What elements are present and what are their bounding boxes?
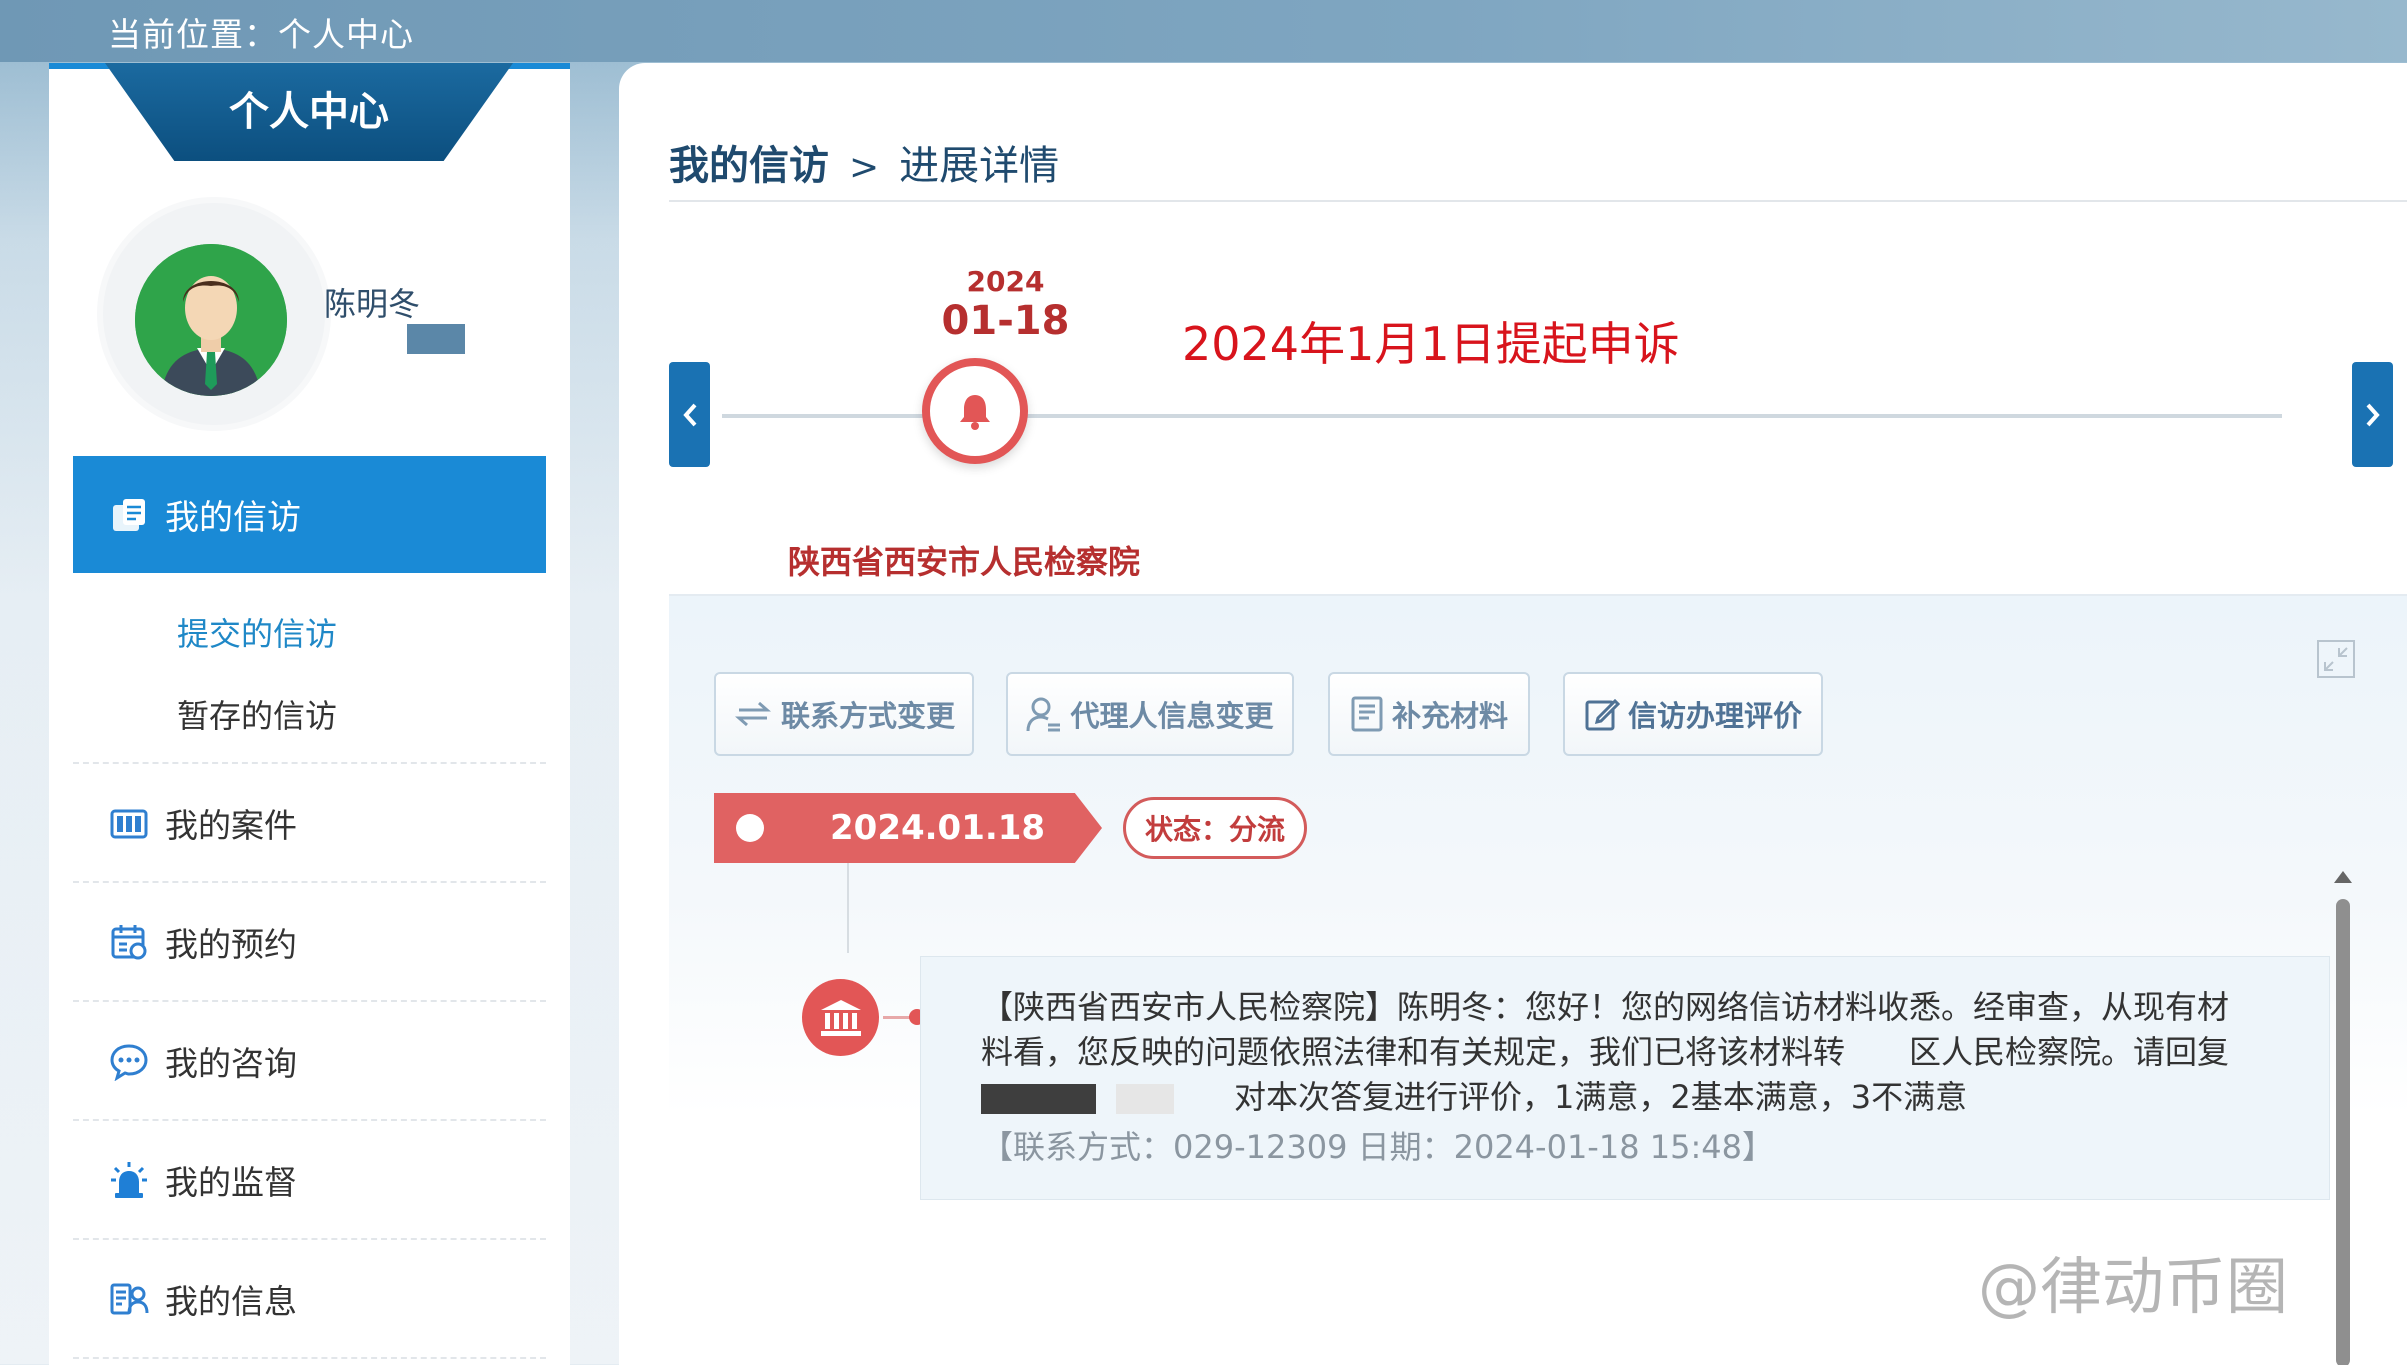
chevron-left-icon [682, 403, 696, 426]
user-avatar-icon [135, 244, 287, 396]
sidebar: 个人中心 陈明冬 我的信访 提交的信访 暂存的信访 我的案件 我的预约 我的咨询… [49, 63, 570, 1365]
timeline-date: 01-18 [941, 298, 1070, 344]
ribbon-dot [736, 814, 764, 842]
record-stem [847, 863, 849, 953]
sidebar-item-my-supervision[interactable]: 我的监督 [73, 1119, 546, 1238]
breadcrumb: 我的信访 > 进展详情 [669, 133, 1059, 191]
sidebar-item-label: 我的监督 [165, 1162, 297, 1202]
user-name: 陈明冬 [324, 285, 421, 323]
timeline-next-button[interactable] [2352, 362, 2393, 467]
breadcrumb-root[interactable]: 我的信访 [669, 133, 829, 191]
sidebar-item-my-consultations[interactable]: 我的咨询 [73, 1000, 546, 1119]
message-line-3: 对本次答复进行评价，1满意，2基本满意，3不满意 [1234, 1078, 1968, 1116]
message-box: 【陕西省西安市人民检察院】陈明冬：您好！您的网络信访材料收悉。经审查，从现有材 … [920, 956, 2330, 1200]
avatar [135, 244, 287, 396]
collapse-icon[interactable] [2317, 640, 2355, 678]
timeline-org: 陕西省西安市人民检察院 [788, 543, 1141, 581]
sidebar-item-my-appointments[interactable]: 我的预约 [73, 881, 546, 1000]
action-label: 补充材料 [1391, 699, 1508, 733]
record-date-ribbon: 2024.01.18 [714, 793, 1102, 863]
user-redacted-badge [407, 324, 465, 354]
header-divider [669, 200, 2407, 202]
sidebar-item-label: 我的预约 [165, 924, 297, 964]
siren-icon [109, 1160, 149, 1200]
scroll-up-arrow[interactable] [2334, 871, 2352, 883]
evaluate-handling-button[interactable]: 信访办理评价 [1563, 672, 1823, 756]
courthouse-icon [820, 999, 861, 1036]
watermark: @律动币圈 [1978, 1250, 2289, 1323]
main-panel: 我的信访 > 进展详情 2024 01-18 2024年1月1日提起申诉 陕西省… [619, 63, 2407, 1365]
case-icon [109, 803, 149, 843]
sidebar-item-label: 我的案件 [165, 805, 297, 845]
document-icon [1351, 696, 1383, 732]
current-location: 当前位置：个人中心 [108, 15, 414, 54]
edit-icon [1585, 698, 1620, 731]
sidebar-item-my-info[interactable]: 我的信息 [73, 1238, 546, 1357]
message-line-1: 【陕西省西安市人民检察院】陈明冬：您好！您的网络信访材料收悉。经审查，从现有材 [981, 988, 2230, 1026]
timeline-node[interactable] [922, 358, 1028, 464]
sidebar-divider [73, 1357, 546, 1359]
calendar-icon [109, 922, 149, 962]
sidebar-item-label: 我的信访 [165, 498, 301, 538]
sidebar-item-label: 我的咨询 [165, 1043, 297, 1083]
petition-icon [109, 495, 149, 535]
sidebar-item-my-petitions[interactable]: 我的信访 [73, 456, 546, 573]
breadcrumb-current: 进展详情 [899, 143, 1060, 189]
message-line-2: 料看，您反映的问题依照法律和有关规定，我们已将该材料转 区人民检察院。请回复 [981, 1033, 2230, 1071]
message-contact: 【联系方式：029-12309 日期：2024-01-18 15:48】 [981, 1128, 1774, 1166]
sidebar-title-tab: 个人中心 [105, 63, 513, 161]
timeline-prev-button[interactable] [669, 362, 710, 467]
timeline-event-title: 2024年1月1日提起申诉 [1182, 317, 1680, 371]
action-label: 联系方式变更 [780, 699, 955, 733]
bell-icon [960, 395, 990, 430]
action-label: 信访办理评价 [1627, 699, 1802, 733]
breadcrumb-separator: > [849, 147, 880, 188]
change-contact-button[interactable]: 联系方式变更 [714, 672, 974, 756]
sidebar-subitem-submitted[interactable]: 提交的信访 [177, 609, 337, 655]
transfer-icon [734, 701, 771, 727]
sidebar-item-my-cases[interactable]: 我的案件 [73, 762, 546, 881]
timeline-year: 2024 [966, 265, 1045, 298]
user-info-icon [109, 1279, 149, 1319]
sidebar-subitem-drafts[interactable]: 暂存的信访 [177, 691, 337, 737]
top-bar: 当前位置：个人中心 [0, 0, 2407, 62]
agent-icon [1026, 697, 1061, 732]
message-line-3-wrap: 对本次答复进行评价，1满意，2基本满意，3不满意 [981, 1075, 2293, 1120]
record-date: 2024.01.18 [830, 808, 1046, 848]
supplement-material-button[interactable]: 补充材料 [1328, 672, 1530, 756]
redacted-block [1116, 1084, 1174, 1114]
action-label: 代理人信息变更 [1070, 699, 1274, 733]
change-agent-button[interactable]: 代理人信息变更 [1006, 672, 1294, 756]
status-badge: 状态：分流 [1123, 797, 1307, 859]
scrollbar-thumb[interactable] [2336, 899, 2350, 1365]
org-avatar [802, 979, 879, 1056]
chat-icon [109, 1041, 149, 1081]
sidebar-item-label: 我的信息 [165, 1281, 297, 1321]
chevron-right-icon [2366, 403, 2380, 426]
sidebar-title: 个人中心 [229, 89, 389, 135]
redacted-block [981, 1084, 1096, 1114]
